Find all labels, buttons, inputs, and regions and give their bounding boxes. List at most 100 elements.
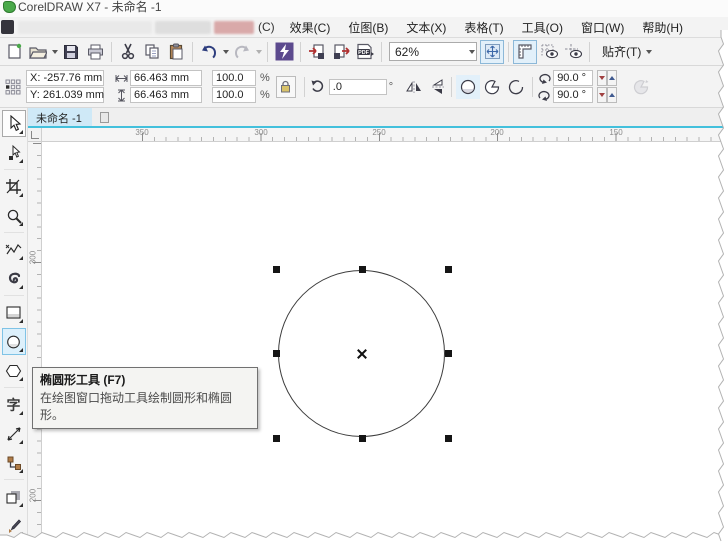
coreldraw-logo-icon: [3, 1, 16, 13]
propbar-divider: [451, 77, 452, 97]
app-launcher-button[interactable]: [272, 40, 296, 64]
menu-item-effects[interactable]: 效果(C): [281, 17, 340, 38]
zoom-level-select[interactable]: 62%: [389, 42, 477, 61]
object-width-field[interactable]: 66.463 mm: [130, 70, 202, 86]
end-angle-up-button[interactable]: [607, 87, 617, 103]
mirror-vertical-button[interactable]: [429, 78, 447, 96]
ruler-label: 250: [372, 128, 385, 137]
connector-tool[interactable]: [2, 449, 26, 476]
redo-dropdown[interactable]: [254, 40, 263, 64]
snap-to-dropdown[interactable]: 贴齐(T): [594, 40, 656, 63]
scale-vertical-field[interactable]: 100.0: [212, 87, 256, 103]
drawing-canvas[interactable]: [42, 142, 728, 543]
undo-button[interactable]: [197, 40, 221, 64]
export-button[interactable]: [329, 40, 353, 64]
polygon-tool[interactable]: [2, 357, 26, 384]
menu-item-bitmaps[interactable]: 位图(B): [339, 17, 397, 38]
menu-item-text[interactable]: 文本(X): [397, 17, 455, 38]
selection-handle-middle-left[interactable]: [273, 350, 280, 357]
snap-to-label: 贴齐(T): [602, 43, 641, 60]
flyout-indicator-icon: [19, 469, 23, 473]
selection-handle-middle-right[interactable]: [445, 350, 452, 357]
undo-dropdown[interactable]: [221, 40, 230, 64]
flyout-indicator-icon: [19, 411, 23, 415]
freehand-tool[interactable]: [2, 236, 26, 263]
object-height-icon: [114, 88, 128, 102]
ruler-origin-corner[interactable]: [28, 128, 42, 142]
selection-handle-top-right[interactable]: [445, 266, 452, 273]
horizontal-ruler[interactable]: 350 300 250 200 150: [42, 128, 728, 142]
copy-button[interactable]: [140, 40, 164, 64]
menu-item-window[interactable]: 窗口(W): [572, 17, 633, 38]
window-title: CorelDRAW X7 - 未命名 -1: [18, 0, 162, 15]
import-button[interactable]: [305, 40, 329, 64]
change-direction-button[interactable]: [629, 75, 653, 99]
document-tab[interactable]: 未命名 -1: [28, 108, 92, 126]
x-position-field[interactable]: X: -257.76 mm: [26, 70, 104, 86]
drop-shadow-tool[interactable]: [2, 483, 26, 510]
flyout-indicator-icon: [19, 285, 23, 289]
toolbox-divider: [4, 387, 24, 388]
lock-ratio-button[interactable]: [276, 76, 296, 98]
start-angle-up-button[interactable]: [607, 70, 617, 86]
vertical-ruler[interactable]: 300 200: [28, 142, 42, 543]
new-document-button[interactable]: [2, 40, 26, 64]
ellipse-mode-button[interactable]: [456, 75, 480, 99]
pie-mode-button[interactable]: [480, 75, 504, 99]
show-grid-toggle[interactable]: [537, 40, 561, 64]
censored-menu-region: [155, 21, 211, 34]
ruler-label: 300: [29, 249, 38, 267]
print-button[interactable]: [83, 40, 107, 64]
paste-button[interactable]: [164, 40, 188, 64]
app-menu-icon[interactable]: [1, 20, 14, 34]
shape-tool[interactable]: [2, 139, 26, 166]
publish-pdf-button[interactable]: PDF: [353, 40, 377, 64]
zoom-level-dropdown-icon[interactable]: [467, 40, 476, 64]
tooltip-body: 在绘图窗口拖动工具绘制圆形和椭圆形。: [40, 389, 250, 423]
toolbar-divider: [508, 42, 509, 62]
flyout-indicator-icon: [19, 348, 23, 352]
selection-handle-bottom-center[interactable]: [359, 435, 366, 442]
crop-tool[interactable]: [2, 173, 26, 200]
text-tool[interactable]: 字: [2, 391, 26, 418]
show-rulers-toggle[interactable]: [513, 40, 537, 64]
full-screen-preview-button[interactable]: [480, 40, 504, 64]
snap-to-caret-icon: [646, 50, 652, 54]
redo-button[interactable]: [230, 40, 254, 64]
toolbar-divider: [300, 42, 301, 62]
cut-button[interactable]: [116, 40, 140, 64]
rotation-angle-field[interactable]: .0: [329, 79, 387, 95]
selection-handle-top-left[interactable]: [273, 266, 280, 273]
end-angle-down-button[interactable]: [597, 87, 607, 103]
selection-handle-top-center[interactable]: [359, 266, 366, 273]
color-eyedropper-tool[interactable]: [2, 512, 26, 539]
object-center-mark[interactable]: [357, 349, 367, 359]
selection-handle-bottom-right[interactable]: [445, 435, 452, 442]
start-angle-field[interactable]: 90.0 °: [553, 70, 593, 86]
new-tab-page-icon[interactable]: [100, 112, 109, 123]
arc-mode-button[interactable]: [504, 75, 528, 99]
artistic-media-tool[interactable]: [2, 265, 26, 292]
menu-item-partial[interactable]: (C): [258, 20, 275, 34]
dimension-tool[interactable]: [2, 420, 26, 447]
mirror-horizontal-button[interactable]: [405, 78, 423, 96]
selection-handle-bottom-left[interactable]: [273, 435, 280, 442]
toolbox-divider: [4, 479, 24, 480]
zoom-tool[interactable]: [2, 202, 26, 229]
rectangle-tool[interactable]: [2, 299, 26, 326]
open-button[interactable]: [26, 40, 50, 64]
save-button[interactable]: [59, 40, 83, 64]
scale-horizontal-field[interactable]: 100.0: [212, 70, 256, 86]
start-angle-down-button[interactable]: [597, 70, 607, 86]
open-dropdown[interactable]: [50, 40, 59, 64]
object-height-field[interactable]: 66.463 mm: [130, 87, 202, 103]
toolbox-divider: [4, 169, 24, 170]
menu-item-tools[interactable]: 工具(O): [513, 17, 572, 38]
y-position-field[interactable]: Y: 261.039 mm: [26, 87, 104, 103]
show-guidelines-toggle[interactable]: [561, 40, 585, 64]
end-angle-field[interactable]: 90.0 °: [553, 87, 593, 103]
ellipse-tool[interactable]: [2, 328, 26, 355]
pick-tool[interactable]: [2, 110, 26, 137]
menu-item-table[interactable]: 表格(T): [455, 17, 512, 38]
menu-item-help[interactable]: 帮助(H): [633, 17, 692, 38]
